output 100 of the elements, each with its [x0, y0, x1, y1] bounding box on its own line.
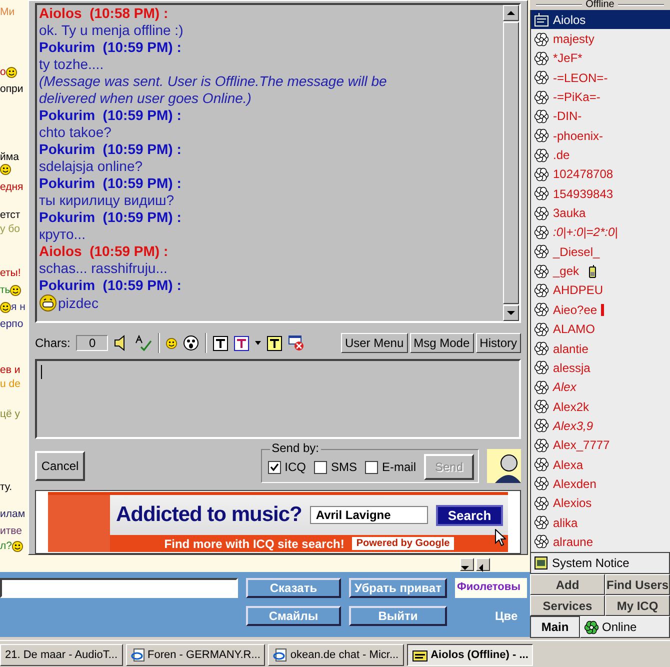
- contact-item[interactable]: Alex2k: [531, 396, 670, 416]
- message-text: ty tozhe....: [39, 56, 105, 73]
- say-button[interactable]: Сказать: [246, 578, 341, 598]
- contact-item[interactable]: _Diesel_: [531, 242, 670, 262]
- contact-item[interactable]: Alex3,9: [531, 416, 670, 436]
- contact-item[interactable]: Aiolos: [531, 10, 670, 30]
- contact-item[interactable]: -=LEON=-: [531, 68, 670, 88]
- flower-icon: [534, 32, 549, 47]
- chat-fragment: Ми: [0, 6, 15, 18]
- contact-item[interactable]: alraune: [531, 532, 670, 552]
- flower-icon: [584, 620, 599, 634]
- icq-button[interactable]: Services: [530, 595, 605, 616]
- flower-icon: [534, 244, 549, 260]
- ad-headline: Addicted to music?: [116, 503, 302, 527]
- checkbox[interactable]: [364, 460, 378, 474]
- bold-text-icon[interactable]: [213, 336, 228, 350]
- smiley-icon: [10, 284, 22, 296]
- main-button[interactable]: Main: [530, 616, 580, 638]
- flower-icon: [534, 399, 549, 414]
- system-notice-item[interactable]: System Notice: [530, 552, 670, 574]
- scroll-left-button[interactable]: [476, 558, 490, 571]
- message-text: круто...: [39, 226, 86, 243]
- contact-item[interactable]: 154939843: [531, 184, 670, 204]
- contact-item[interactable]: -phoenix-: [531, 126, 670, 146]
- contact-item[interactable]: 3auka: [531, 203, 670, 223]
- contact-item[interactable]: _gek: [531, 261, 670, 281]
- status-button[interactable]: Online: [580, 616, 670, 638]
- contact-item[interactable]: Alexios: [531, 494, 670, 513]
- checkbox[interactable]: [268, 460, 281, 474]
- checkbox[interactable]: [314, 460, 327, 474]
- face-icon[interactable]: [183, 335, 200, 351]
- offline-notice: (Message was sent. User is Offline.The message will be delivered when user goes Online.): [39, 73, 388, 107]
- message-text: sdelajsja online?: [39, 158, 144, 175]
- chat-fragment: ерпо: [0, 318, 24, 330]
- highlight-text-icon[interactable]: [267, 336, 282, 350]
- message-header: Pokurim (10:59 PM) :: [39, 209, 182, 226]
- scroll-down-button[interactable]: [460, 558, 474, 571]
- checkbox-label: ICQ: [284, 460, 306, 474]
- message-waiting-icon: [534, 12, 549, 28]
- flower-icon: [534, 186, 549, 202]
- contact-item[interactable]: Alex_7777: [531, 436, 670, 455]
- flower-icon: [534, 438, 549, 453]
- contact-item[interactable]: alantie: [531, 338, 670, 358]
- toolbar-button[interactable]: History: [476, 333, 521, 353]
- contact-item[interactable]: -=PiKa=-: [531, 87, 670, 107]
- taskbar-button[interactable]: 21. De maar - AudioT...: [0, 644, 122, 666]
- contact-item[interactable]: ALAMO: [531, 320, 670, 339]
- contact-item[interactable]: AHDPEU: [531, 280, 670, 300]
- taskbar-button[interactable]: Foren - GERMANY.R...: [126, 644, 266, 666]
- flower-icon: [534, 476, 549, 492]
- remove-private-button[interactable]: Убрать приват: [349, 578, 447, 598]
- marker-icon: [601, 304, 604, 316]
- color-select[interactable]: Фиолетовы: [455, 578, 527, 598]
- contact-item[interactable]: Alex: [531, 378, 670, 397]
- scrollbar[interactable]: [503, 5, 519, 321]
- contact-item[interactable]: Alexden: [531, 474, 670, 494]
- contact-item[interactable]: -DIN-: [531, 106, 670, 126]
- flower-icon: [534, 457, 549, 472]
- smileys-button[interactable]: Смайлы: [246, 606, 341, 626]
- cancel-button[interactable]: Cancel: [35, 451, 85, 481]
- text-color-icon[interactable]: [234, 336, 250, 350]
- ad-search-button[interactable]: Search: [436, 504, 504, 526]
- contact-item[interactable]: alessja: [531, 358, 670, 378]
- icq-button[interactable]: Find Users: [605, 574, 670, 595]
- flower-icon: [534, 322, 549, 337]
- left-arrow-icon: [477, 564, 485, 572]
- taskbar-button[interactable]: Aiolos (Offline) - ...: [406, 644, 534, 666]
- clear-format-icon[interactable]: [288, 335, 304, 351]
- flower-icon: [534, 418, 549, 434]
- down-arrow-icon: [461, 564, 469, 572]
- contact-item[interactable]: alika: [531, 512, 670, 532]
- chat-fragment: л?: [0, 540, 12, 552]
- message-text: ты кирилицу видиш?: [39, 192, 176, 209]
- contact-item[interactable]: *JeF*: [531, 48, 670, 68]
- caret-icon[interactable]: [255, 341, 262, 345]
- contact-item[interactable]: .de: [531, 145, 670, 165]
- powered-by-label: Powered by Google: [352, 537, 454, 550]
- spellcheck-icon[interactable]: [134, 335, 152, 351]
- contact-item[interactable]: :0|+:0|=2*:0|: [531, 222, 670, 242]
- toolbar-button[interactable]: User Menu: [340, 333, 408, 353]
- message-header: Pokurim (10:59 PM) :: [39, 277, 182, 294]
- notice-icon: [534, 556, 548, 570]
- contact-item[interactable]: majesty: [531, 29, 670, 49]
- ad-search-field[interactable]: Avril Lavigne: [310, 506, 428, 524]
- taskbar-button[interactable]: okean.de chat - Micr...: [268, 644, 404, 666]
- contact-item[interactable]: Aieo?ee: [531, 300, 670, 320]
- message-text: chto takoe?: [39, 124, 112, 141]
- toolbar-button[interactable]: Msg Mode: [410, 333, 474, 353]
- smiley-icon: [0, 164, 11, 175]
- contact-item[interactable]: Alexa: [531, 454, 670, 474]
- flower-icon: [534, 282, 549, 298]
- icq-button[interactable]: Add: [530, 574, 605, 595]
- exit-button[interactable]: Выйти: [349, 606, 447, 626]
- icq-button[interactable]: My ICQ: [605, 595, 670, 616]
- chat-fragment: u de: [0, 378, 20, 390]
- contact-item[interactable]: 102478708: [531, 164, 670, 184]
- flower-icon: [534, 224, 549, 240]
- checkbox-label: E-mail: [382, 460, 416, 474]
- message-input[interactable]: [0, 578, 238, 598]
- message-input-area[interactable]: [35, 359, 521, 439]
